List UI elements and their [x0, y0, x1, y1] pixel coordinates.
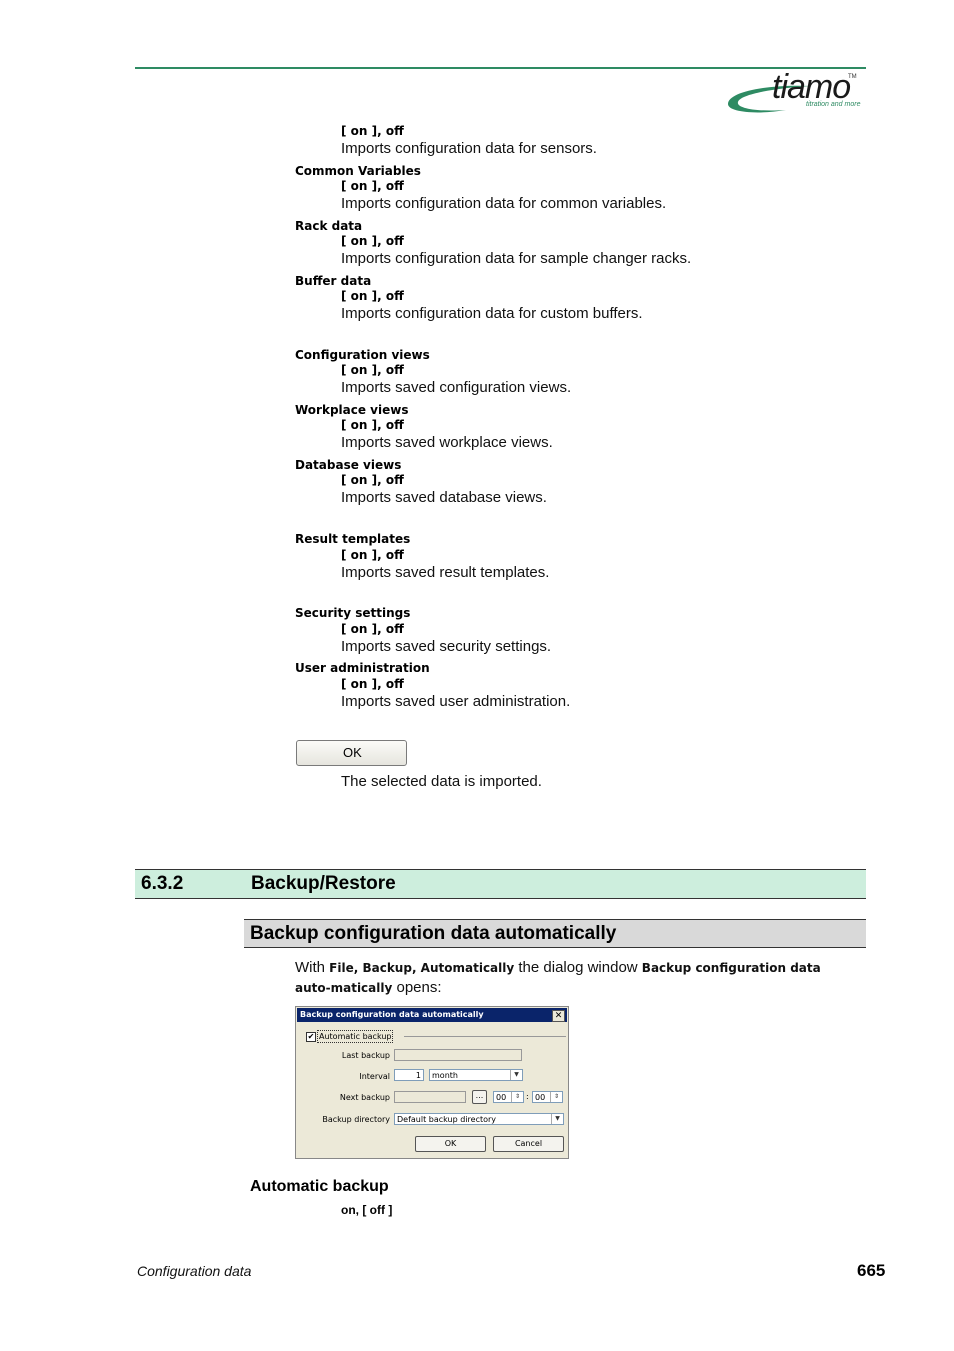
param-desc: Imports configuration data for common va…: [341, 195, 667, 212]
param-values: [ on ], off: [341, 289, 404, 303]
param-name: Common Variables: [295, 164, 421, 178]
dialog-cancel-button[interactable]: Cancel: [493, 1136, 564, 1152]
ok-button-desc: The selected data is imported.: [341, 773, 542, 790]
param-desc: Imports configuration data for sample ch…: [341, 250, 692, 267]
section-number: 6.3.2: [141, 873, 184, 894]
chevron-down-icon: ▼: [510, 1070, 522, 1080]
param-desc: Imports configuration data for sensors.: [341, 140, 597, 157]
param-name: Security settings: [295, 606, 411, 620]
intro-paragraph: With File, Backup, Automatically the dia…: [295, 958, 855, 998]
automatic-backup-checkbox[interactable]: ✔: [306, 1032, 316, 1042]
intro-text: the dialog window: [514, 959, 642, 976]
param-name: Configuration views: [295, 348, 430, 362]
param-desc: Imports configuration data for custom bu…: [341, 305, 643, 322]
minute-value: 00: [535, 1093, 546, 1102]
subsection-heading: Backup configuration data automatically: [244, 919, 866, 948]
spin-arrows-icon[interactable]: ⇕: [550, 1092, 562, 1102]
param-values: [ on ], off: [341, 363, 404, 377]
spin-arrows-icon[interactable]: ⇕: [511, 1092, 523, 1102]
last-backup-field: [394, 1049, 522, 1061]
minute-spinner[interactable]: 00 ⇕: [532, 1091, 563, 1103]
param-values: [ on ], off: [341, 234, 404, 248]
intro-text: opens:: [392, 979, 442, 996]
param-name: Rack data: [295, 219, 363, 233]
backup-directory-select[interactable]: Default backup directory ▼: [394, 1113, 564, 1125]
param-desc: Imports saved workplace views.: [341, 434, 553, 451]
logo-tagline: titration and more: [806, 101, 861, 108]
param-desc: Imports saved security settings.: [341, 638, 552, 655]
param-name: User administration: [295, 661, 430, 675]
interval-unit-value: month: [432, 1071, 458, 1080]
browse-date-button[interactable]: ...: [472, 1090, 487, 1104]
param-values: [ on ], off: [341, 548, 404, 562]
close-icon[interactable]: ✕: [552, 1010, 565, 1022]
dialog-ok-button[interactable]: OK: [415, 1136, 486, 1152]
automatic-backup-heading: Automatic backup: [250, 1178, 389, 1195]
param-values: [ on ], off: [341, 418, 404, 432]
param-name: Database views: [295, 458, 402, 472]
backup-directory-value: Default backup directory: [397, 1115, 497, 1124]
logo-trademark: TM: [848, 74, 857, 80]
param-desc: Imports saved user administration.: [341, 693, 571, 710]
next-backup-field: [394, 1091, 466, 1103]
interval-input[interactable]: 1: [394, 1069, 424, 1081]
param-values: [ on ], off: [341, 473, 404, 487]
param-desc: Imports saved database views.: [341, 489, 547, 506]
section-heading: 6.3.2 Backup/Restore: [135, 869, 866, 899]
param-desc: Imports saved configuration views.: [341, 379, 572, 396]
param-name: Workplace views: [295, 403, 409, 417]
next-backup-label: Next backup: [339, 1093, 390, 1102]
param-values: [ on ], off: [341, 677, 404, 691]
hour-value: 00: [496, 1093, 507, 1102]
subsection-title: Backup configuration data automatically: [250, 923, 617, 944]
footer-chapter: Configuration data: [137, 1263, 252, 1279]
hour-spinner[interactable]: 00 ⇕: [493, 1091, 524, 1103]
backup-directory-label: Backup directory: [322, 1115, 390, 1124]
section-title: Backup/Restore: [251, 873, 396, 894]
interval-label: Interval: [359, 1072, 390, 1081]
intro-text: With: [295, 959, 330, 976]
param-desc: Imports saved result templates.: [341, 564, 550, 581]
dialog-titlebar: Backup configuration data automatically …: [297, 1008, 567, 1022]
tiamo-logo: tiamo TM titration and more: [726, 68, 866, 118]
page-number: 665: [857, 1261, 886, 1280]
param-values: [ on ], off: [341, 622, 404, 636]
param-name: Result templates: [295, 532, 411, 546]
header-rule: [135, 67, 866, 69]
time-separator: :: [526, 1092, 529, 1101]
param-name: Buffer data: [295, 274, 372, 288]
automatic-backup-values: on, [ off ]: [341, 1203, 393, 1217]
param-values: [ on ], off: [341, 124, 404, 138]
interval-unit-select[interactable]: month ▼: [429, 1069, 523, 1081]
group-divider: [404, 1036, 566, 1037]
dialog-title: Backup configuration data automatically: [300, 1010, 484, 1019]
last-backup-label: Last backup: [341, 1051, 390, 1060]
param-values: [ on ], off: [341, 179, 404, 193]
chevron-down-icon: ▼: [551, 1114, 563, 1124]
automatic-backup-label: Automatic backup: [317, 1030, 394, 1043]
ok-button-image: OK: [296, 740, 407, 766]
menu-path: File, Backup, Automatically: [329, 961, 515, 975]
backup-dialog: Backup configuration data automatically …: [295, 1006, 569, 1159]
